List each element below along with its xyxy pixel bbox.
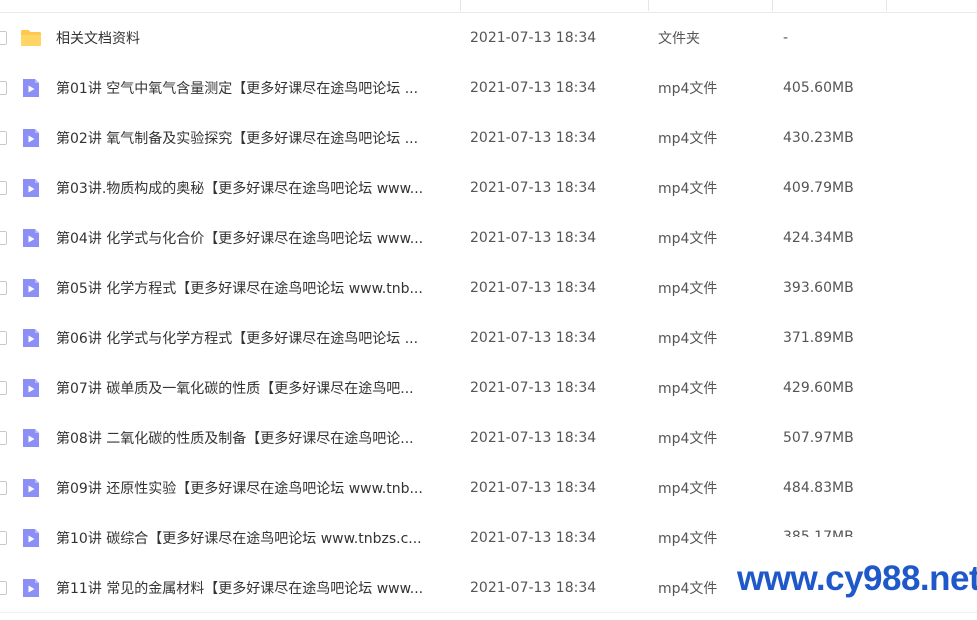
file-size: 484.83MB — [783, 480, 854, 496]
row-checkbox[interactable] — [0, 581, 7, 595]
video-file-icon — [23, 579, 39, 597]
file-row[interactable]: 第06讲 化学式与化学方程式【更多好课尽在途鸟吧论坛 ... 2021-07-1… — [0, 313, 977, 363]
file-size: 371.89MB — [783, 330, 854, 346]
row-checkbox[interactable] — [0, 131, 7, 145]
file-type: mp4文件 — [658, 281, 718, 297]
file-row[interactable]: 相关文档资料 2021-07-13 18:34 文件夹 - — [0, 13, 977, 63]
file-name[interactable]: 第07讲 碳单质及一氧化碳的性质【更多好课尽在途鸟吧... — [56, 378, 456, 398]
column-divider[interactable] — [886, 0, 887, 11]
file-type: mp4文件 — [658, 481, 718, 497]
modified-date: 2021-07-13 18:34 — [470, 80, 597, 96]
file-name[interactable]: 第08讲 二氧化碳的性质及制备【更多好课尽在途鸟吧论... — [56, 428, 456, 448]
column-divider[interactable] — [772, 0, 773, 11]
file-name[interactable]: 第11讲 常见的金属材料【更多好课尽在途鸟吧论坛 www... — [56, 578, 456, 598]
file-name[interactable]: 第09讲 还原性实验【更多好课尽在途鸟吧论坛 www.tnb... — [56, 478, 456, 498]
row-checkbox[interactable] — [0, 381, 7, 395]
file-name[interactable]: 第04讲 化学式与化合价【更多好课尽在途鸟吧论坛 www... — [56, 228, 456, 248]
modified-date: 2021-07-13 18:34 — [470, 380, 597, 396]
file-row[interactable]: 第05讲 化学方程式【更多好课尽在途鸟吧论坛 www.tnb... 2021-0… — [0, 263, 977, 313]
file-size: - — [783, 30, 789, 46]
modified-date: 2021-07-13 18:34 — [470, 530, 597, 546]
file-size: 507.97MB — [783, 430, 854, 446]
modified-date: 2021-07-13 18:34 — [470, 480, 597, 496]
file-type: mp4文件 — [658, 81, 718, 97]
file-type: mp4文件 — [658, 431, 718, 447]
column-divider[interactable] — [460, 0, 461, 11]
row-checkbox[interactable] — [0, 31, 7, 45]
row-checkbox[interactable] — [0, 431, 7, 445]
file-type: mp4文件 — [658, 331, 718, 347]
video-file-icon — [23, 379, 39, 397]
file-type: mp4文件 — [658, 381, 718, 397]
modified-date: 2021-07-13 18:34 — [470, 30, 597, 46]
modified-date: 2021-07-13 18:34 — [470, 330, 597, 346]
file-name[interactable]: 第02讲 氧气制备及实验探究【更多好课尽在途鸟吧论坛 ... — [56, 128, 456, 148]
file-row[interactable]: 第01讲 空气中氧气含量测定【更多好课尽在途鸟吧论坛 ... 2021-07-1… — [0, 63, 977, 113]
row-checkbox[interactable] — [0, 281, 7, 295]
video-file-icon — [23, 229, 39, 247]
file-row[interactable]: 第04讲 化学式与化合价【更多好课尽在途鸟吧论坛 www... 2021-07-… — [0, 213, 977, 263]
file-name[interactable]: 第05讲 化学方程式【更多好课尽在途鸟吧论坛 www.tnb... — [56, 278, 456, 298]
watermark-text: www.cy988.net — [737, 556, 977, 602]
file-row[interactable]: 第02讲 氧气制备及实验探究【更多好课尽在途鸟吧论坛 ... 2021-07-1… — [0, 113, 977, 163]
video-file-icon — [23, 179, 39, 197]
file-type: mp4文件 — [658, 581, 718, 597]
file-type: mp4文件 — [658, 531, 718, 547]
file-type: 文件夹 — [658, 31, 700, 47]
row-checkbox[interactable] — [0, 331, 7, 345]
file-size: 385.17MB — [783, 529, 854, 537]
video-file-icon — [23, 429, 39, 447]
video-file-icon — [23, 79, 39, 97]
file-type: mp4文件 — [658, 131, 718, 147]
modified-date: 2021-07-13 18:34 — [470, 230, 597, 246]
modified-date: 2021-07-13 18:34 — [470, 430, 597, 446]
video-file-icon — [23, 529, 39, 547]
column-divider[interactable] — [648, 0, 649, 11]
video-file-icon — [23, 279, 39, 297]
file-name[interactable]: 相关文档资料 — [56, 28, 456, 48]
video-file-icon — [23, 329, 39, 347]
file-name[interactable]: 第06讲 化学式与化学方程式【更多好课尽在途鸟吧论坛 ... — [56, 328, 456, 348]
file-row[interactable]: 第09讲 还原性实验【更多好课尽在途鸟吧论坛 www.tnb... 2021-0… — [0, 463, 977, 513]
file-row[interactable]: 第08讲 二氧化碳的性质及制备【更多好课尽在途鸟吧论... 2021-07-13… — [0, 413, 977, 463]
file-size: 393.60MB — [783, 280, 854, 296]
file-name[interactable]: 第01讲 空气中氧气含量测定【更多好课尽在途鸟吧论坛 ... — [56, 78, 456, 98]
file-size: 405.60MB — [783, 80, 854, 96]
modified-date: 2021-07-13 18:34 — [470, 180, 597, 196]
modified-date: 2021-07-13 18:34 — [470, 130, 597, 146]
row-checkbox[interactable] — [0, 231, 7, 245]
video-file-icon — [23, 129, 39, 147]
file-row[interactable]: 第03讲.物质构成的奥秘【更多好课尽在途鸟吧论坛 www... 2021-07-… — [0, 163, 977, 213]
file-name[interactable]: 第03讲.物质构成的奥秘【更多好课尽在途鸟吧论坛 www... — [56, 178, 456, 198]
folder-icon — [21, 30, 41, 46]
list-bottom-divider — [0, 612, 977, 613]
file-size: 409.79MB — [783, 180, 854, 196]
file-type: mp4文件 — [658, 181, 718, 197]
file-size: 424.34MB — [783, 230, 854, 246]
modified-date: 2021-07-13 18:34 — [470, 580, 597, 596]
modified-date: 2021-07-13 18:34 — [470, 280, 597, 296]
file-size: 430.23MB — [783, 130, 854, 146]
column-header — [0, 0, 977, 13]
row-checkbox[interactable] — [0, 181, 7, 195]
file-row[interactable]: 第07讲 碳单质及一氧化碳的性质【更多好课尽在途鸟吧... 2021-07-13… — [0, 363, 977, 413]
file-size: 429.60MB — [783, 380, 854, 396]
video-file-icon — [23, 479, 39, 497]
row-checkbox[interactable] — [0, 531, 7, 545]
row-checkbox[interactable] — [0, 481, 7, 495]
file-name[interactable]: 第10讲 碳综合【更多好课尽在途鸟吧论坛 www.tnbzs.c... — [56, 528, 456, 548]
row-checkbox[interactable] — [0, 81, 7, 95]
file-type: mp4文件 — [658, 231, 718, 247]
